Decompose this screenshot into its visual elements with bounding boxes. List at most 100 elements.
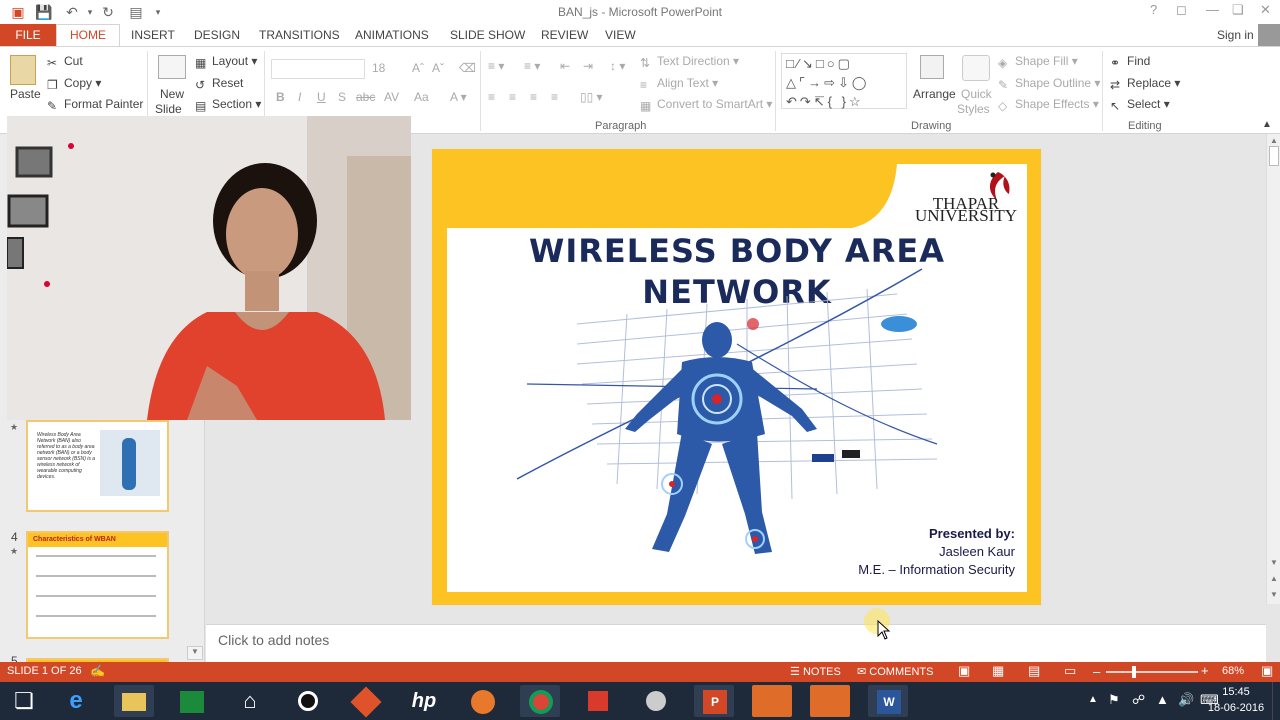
justify-button[interactable]: ≡: [551, 90, 558, 104]
zoom-in-button[interactable]: +: [1201, 663, 1209, 678]
new-slide-button[interactable]: New: [160, 87, 184, 101]
tab-home[interactable]: HOME: [56, 24, 120, 47]
body-area-network-illustration[interactable]: [517, 264, 957, 564]
screen-recorder-icon[interactable]: [752, 685, 792, 717]
increase-indent-button[interactable]: ⇥: [583, 59, 593, 73]
current-slide[interactable]: THAPAR UNIVERSITY WIRELESS BODY AREA NET…: [431, 148, 1042, 606]
convert-smartart-button[interactable]: ▦ Convert to SmartArt ▾: [640, 97, 772, 113]
bold-button[interactable]: B: [276, 90, 285, 104]
underline-button[interactable]: U: [317, 90, 326, 104]
minimize-icon[interactable]: —: [1206, 2, 1219, 17]
photos-app-icon[interactable]: [346, 685, 386, 718]
scroll-up-icon[interactable]: ▲: [1268, 136, 1280, 146]
help-icon[interactable]: ?: [1150, 2, 1157, 17]
columns-button[interactable]: ▯▯ ▾: [580, 90, 603, 104]
windows-start-icon[interactable]: ❏: [4, 685, 44, 717]
numbering-button[interactable]: ≡ ▾: [524, 59, 540, 73]
align-text-button[interactable]: ≡ Align Text ▾: [640, 76, 718, 92]
align-left-button[interactable]: ≡: [488, 90, 495, 104]
zoom-slider-thumb[interactable]: [1132, 666, 1136, 678]
volume-icon[interactable]: 🔊: [1178, 692, 1194, 708]
spell-check-icon[interactable]: ✍: [90, 664, 105, 678]
arrange-button[interactable]: Arrange: [913, 87, 956, 101]
internet-explorer-icon[interactable]: e: [56, 685, 96, 717]
presented-by-label[interactable]: Presented by:: [929, 526, 1015, 541]
copy-button[interactable]: ❐ Copy ▾: [47, 76, 101, 92]
previous-slide-icon[interactable]: ▲: [1268, 574, 1280, 584]
shadow-button[interactable]: S: [338, 90, 346, 104]
layout-button[interactable]: ▦ Layout ▾: [195, 54, 257, 70]
tab-view[interactable]: VIEW: [605, 28, 636, 42]
home-icon[interactable]: ⌂: [230, 685, 270, 717]
vertical-scrollbar[interactable]: ▲ ▼ ▲ ▼: [1266, 134, 1280, 604]
grow-font-button[interactable]: Aˆ: [412, 61, 424, 75]
shape-fill-button[interactable]: ◈ Shape Fill ▾: [998, 54, 1078, 70]
clear-formatting-button[interactable]: ⌫: [459, 61, 476, 75]
close-icon[interactable]: ✕: [1260, 2, 1271, 18]
arrange-icon[interactable]: [920, 55, 944, 79]
zoom-slider[interactable]: [1106, 666, 1198, 678]
paste-button[interactable]: Paste: [10, 87, 41, 101]
select-button[interactable]: ↖ Select ▾: [1110, 97, 1170, 113]
clock-time[interactable]: 15:45: [1214, 686, 1258, 698]
notes-pane[interactable]: Click to add notes: [206, 624, 1266, 662]
tab-insert[interactable]: INSERT: [131, 28, 175, 42]
replace-button[interactable]: ⇄ Replace ▾: [1110, 76, 1180, 92]
presenter-program[interactable]: M.E. – Information Security: [858, 562, 1015, 577]
ribbon-display-options-icon[interactable]: ◻: [1176, 2, 1187, 18]
shape-outline-button[interactable]: ✎ Shape Outline ▾: [998, 76, 1100, 92]
character-spacing-button[interactable]: AV: [384, 90, 399, 104]
screen-capture-icon[interactable]: [810, 685, 850, 717]
tab-transitions[interactable]: TRANSITIONS: [259, 28, 340, 42]
word-taskbar-icon[interactable]: W: [868, 685, 908, 717]
tray-power-icon[interactable]: ☍: [1132, 692, 1145, 708]
shrink-font-button[interactable]: Aˇ: [432, 61, 444, 75]
slide-thumbnail-3[interactable]: Wireless Body Area Network (BAN) also re…: [26, 420, 169, 512]
new-slide-icon[interactable]: [158, 55, 186, 79]
tab-design[interactable]: DESIGN: [194, 28, 240, 42]
comments-toggle[interactable]: ✉ COMMENTS: [857, 665, 933, 678]
change-case-button[interactable]: Aa: [414, 90, 429, 104]
firefox-icon[interactable]: [462, 685, 502, 717]
strikethrough-button[interactable]: abc: [356, 90, 375, 104]
presenter-name[interactable]: Jasleen Kaur: [939, 544, 1015, 559]
align-center-button[interactable]: ≡: [509, 90, 516, 104]
hp-icon[interactable]: hp: [404, 685, 444, 717]
tab-review[interactable]: REVIEW: [541, 28, 588, 42]
scroll-down-icon[interactable]: ▼: [187, 646, 203, 660]
media-player-icon[interactable]: [288, 685, 328, 717]
quick-styles-icon[interactable]: [962, 55, 990, 81]
font-size-select[interactable]: 18: [372, 61, 385, 75]
format-painter-button[interactable]: ✎ Format Painter: [47, 97, 143, 113]
collapse-ribbon-icon[interactable]: ▲: [1262, 119, 1272, 130]
slideshow-view-icon[interactable]: ▭: [1064, 663, 1076, 679]
powerpoint-taskbar-icon[interactable]: P: [694, 685, 734, 717]
quick-styles-label-2[interactable]: Styles: [957, 102, 990, 116]
chrome-icon[interactable]: [520, 685, 560, 717]
text-direction-button[interactable]: ⇅ Text Direction ▾: [640, 54, 739, 70]
new-slide-label-2[interactable]: Slide: [155, 102, 182, 116]
quick-styles-button[interactable]: Quick: [961, 87, 992, 101]
signal-icon[interactable]: ▲: [1156, 692, 1169, 707]
zoom-level[interactable]: 68%: [1222, 665, 1244, 677]
font-family-select[interactable]: [271, 59, 365, 79]
normal-view-icon[interactable]: ▣: [958, 663, 970, 679]
fit-to-window-icon[interactable]: ▣: [1261, 663, 1273, 679]
sign-in-link[interactable]: Sign in: [1217, 28, 1254, 42]
slide-thumbnail-4[interactable]: Characteristics of WBAN: [26, 531, 169, 639]
show-desktop-button[interactable]: [1272, 682, 1280, 720]
line-spacing-button[interactable]: ↕ ▾: [610, 59, 625, 73]
cut-button[interactable]: ✂ Cut: [47, 54, 83, 70]
font-color-button[interactable]: A ▾: [450, 90, 467, 104]
apps-grid-icon[interactable]: [578, 685, 618, 717]
slide-sorter-icon[interactable]: ▦: [992, 663, 1004, 679]
tab-slide-show[interactable]: SLIDE SHOW: [450, 28, 525, 42]
clock-date[interactable]: 18-06-2016: [1207, 702, 1265, 714]
next-slide-icon[interactable]: ▼: [1268, 590, 1280, 600]
paste-icon[interactable]: [10, 55, 36, 85]
tab-file[interactable]: FILE: [0, 24, 56, 46]
paint-icon[interactable]: [636, 685, 676, 717]
reading-view-icon[interactable]: ▤: [1028, 663, 1040, 679]
section-button[interactable]: ▤ Section ▾: [195, 97, 261, 113]
shapes-gallery[interactable]: □∕↘□○▢ △⌜→⇨⇩◯ ↶↷↸{ }☆: [781, 53, 907, 109]
